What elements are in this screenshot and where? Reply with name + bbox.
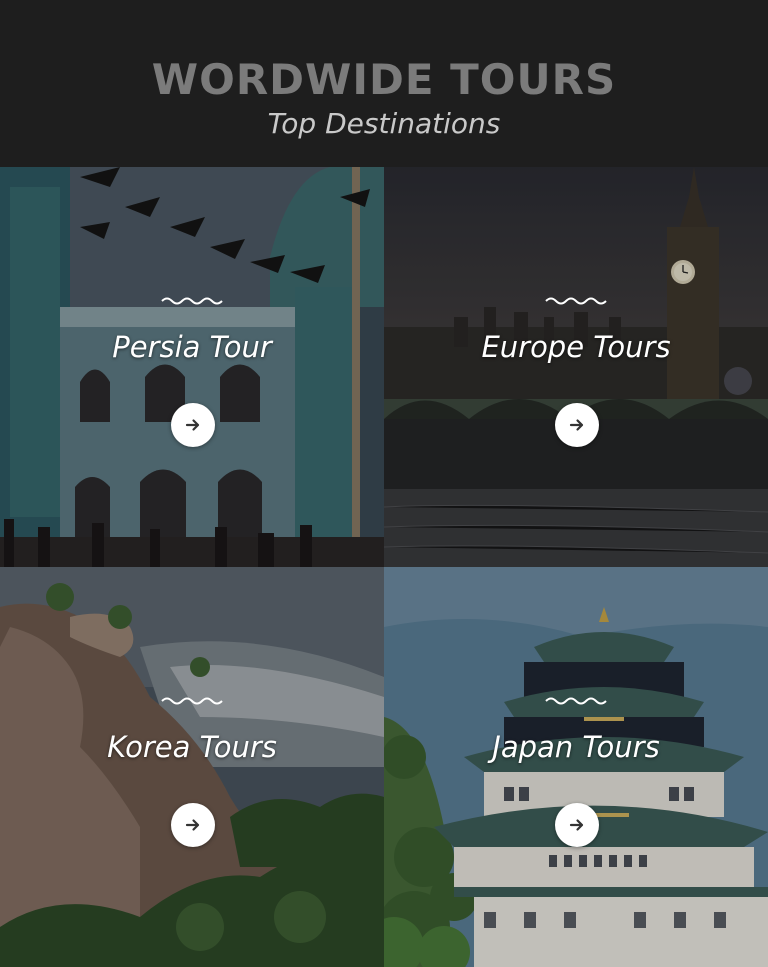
persia-tour-button[interactable]: [171, 403, 215, 447]
japan-tour-button[interactable]: [555, 803, 599, 847]
tour-title-persia: Persia Tour: [112, 330, 272, 364]
brand-title: WORDWIDE TOURS: [151, 55, 617, 104]
korea-overlay: [0, 567, 384, 967]
europe-tour-button[interactable]: [555, 403, 599, 447]
wave-divider-icon: [545, 697, 607, 705]
arrow-right-icon: [569, 419, 584, 431]
persia-overlay: [0, 167, 384, 567]
arrow-right-icon: [185, 419, 200, 431]
tour-title-japan: Japan Tours: [492, 730, 660, 764]
europe-overlay: [384, 167, 768, 567]
page-subtitle: Top Destinations: [267, 107, 501, 140]
tour-card-persia[interactable]: Persia Tour: [0, 167, 384, 567]
arrow-right-icon: [569, 819, 584, 831]
japan-overlay: [384, 567, 768, 967]
wave-divider-icon: [161, 697, 223, 705]
site-header: WORDWIDE TOURS Top Destinations: [0, 0, 768, 167]
arrow-right-icon: [185, 819, 200, 831]
tour-card-korea[interactable]: Korea Tours: [0, 567, 384, 967]
tour-title-europe: Europe Tours: [481, 330, 671, 364]
wave-divider-icon: [161, 297, 223, 305]
destinations-grid: Persia Tour Europe Tours Korea Tours Jap…: [0, 167, 768, 967]
tour-card-europe[interactable]: Europe Tours: [384, 167, 768, 567]
tour-card-japan[interactable]: Japan Tours: [384, 567, 768, 967]
tour-title-korea: Korea Tours: [107, 730, 277, 764]
korea-tour-button[interactable]: [171, 803, 215, 847]
wave-divider-icon: [545, 297, 607, 305]
